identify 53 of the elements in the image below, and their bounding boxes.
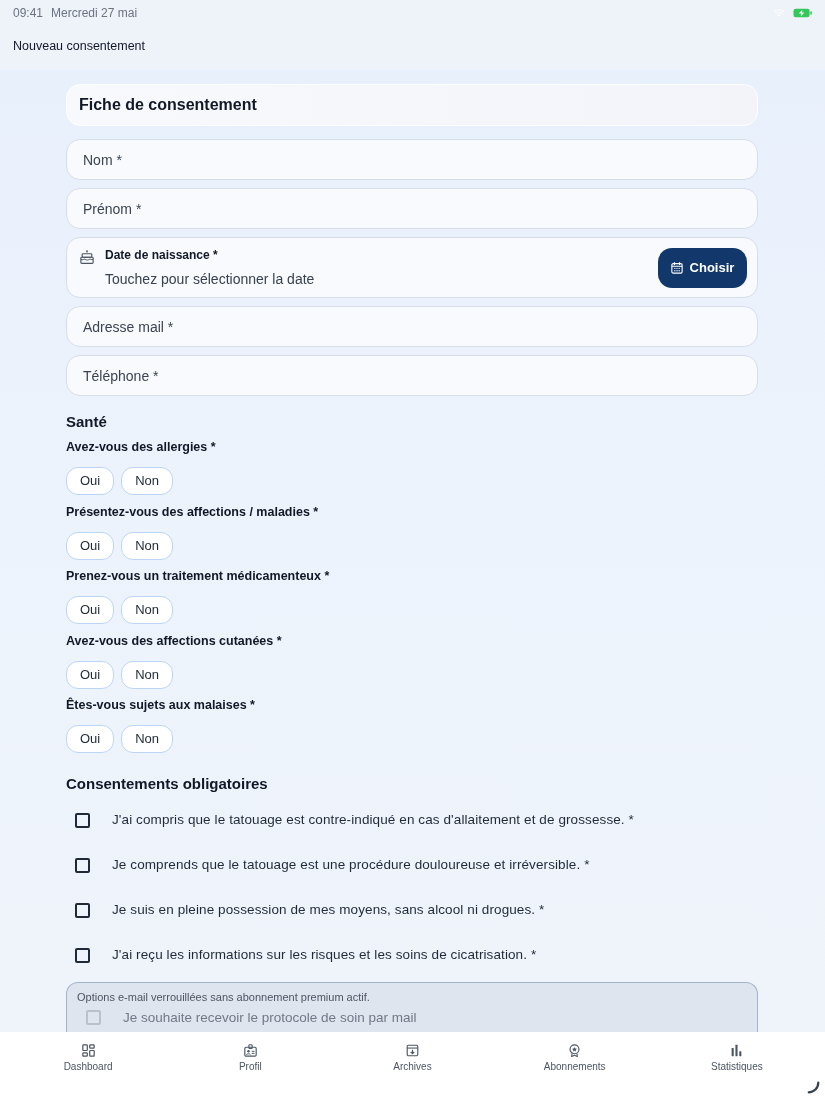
cake-icon <box>80 249 94 265</box>
battery-icon <box>793 7 812 18</box>
choice-button[interactable]: Non <box>121 467 174 495</box>
form-title: Fiche de consentement <box>79 95 257 115</box>
choose-date-button[interactable]: Choisir <box>658 247 747 288</box>
consent-text: Je comprends que le tatouage est une procédure douloureuse et irréversible. * <box>112 855 590 874</box>
section-title: Santé <box>66 413 107 431</box>
page-title: Nouveau consentement <box>13 38 146 56</box>
award-medal-icon <box>568 1044 582 1057</box>
tab-button[interactable]: Profil <box>169 1044 332 1073</box>
input-field[interactable]: Adresse mail * <box>66 306 758 347</box>
consent-text: J'ai compris que le tatouage est contre-indiqué en cas d'allaitement et de grossesse. * <box>112 810 634 829</box>
archive-box-icon <box>406 1044 419 1057</box>
choice-button[interactable]: Non <box>121 531 174 560</box>
checkbox[interactable] <box>75 857 90 873</box>
choice-button[interactable]: Non <box>121 660 174 689</box>
date-field[interactable]: Date de naissance * Touchez pour sélectionner la date Choisir <box>66 237 758 298</box>
question-label: Avez-vous des allergies * <box>66 439 216 456</box>
tab-button[interactable]: Abonnements <box>493 1044 656 1073</box>
spinner-icon <box>807 1081 820 1094</box>
choice-button[interactable]: Oui <box>66 725 115 753</box>
consent-text: Je suis en pleine possession de mes moyens, sans alcool ni drogues. * <box>112 900 545 919</box>
checkbox[interactable] <box>75 902 90 918</box>
bar-chart-icon <box>730 1044 744 1057</box>
status-date: Mercredi 27 mai <box>51 4 138 22</box>
question-label: Avez-vous des affections cutanées * <box>66 632 282 650</box>
tab-button[interactable]: Dashboard <box>7 1044 170 1073</box>
choice-button[interactable]: Oui <box>66 660 115 689</box>
choice-button[interactable]: Oui <box>66 531 115 560</box>
date-placeholder[interactable]: Touchez pour sélectionner la date <box>105 268 315 290</box>
status-time: 09:41 <box>13 4 44 22</box>
section-title: Consentements obligatoires <box>66 774 268 793</box>
calendar-icon <box>670 261 683 274</box>
input-field[interactable]: Prénom * <box>66 188 758 229</box>
locked-notice: Options e-mail verrouillées sans abonnement premium actif. <box>77 989 370 1004</box>
question-label: Prenez-vous un traitement médicamenteux * <box>66 568 330 585</box>
choice-button[interactable]: Oui <box>66 596 115 624</box>
input-field[interactable]: Téléphone * <box>66 355 758 396</box>
choice-button[interactable]: Oui <box>66 467 115 495</box>
consent-text: J'ai reçu les informations sur les risques et les soins de cicatrisation. * <box>112 945 537 964</box>
tab-button[interactable]: Statistiques <box>655 1044 818 1073</box>
checkbox[interactable] <box>75 947 90 963</box>
id-badge-icon <box>243 1044 257 1057</box>
date-label: Date de naissance * <box>105 246 218 264</box>
choice-button[interactable]: Non <box>121 725 174 753</box>
choice-button[interactable]: Non <box>121 596 174 624</box>
question-label: Présentez-vous des affections / maladies * <box>66 503 319 521</box>
checkbox[interactable] <box>75 812 90 828</box>
email-option-text: Je souhaite recevoir le protocole de soin par mail <box>123 1009 417 1026</box>
tab-button[interactable]: Archives <box>331 1044 494 1073</box>
question-label: Êtes-vous sujets aux malaises * <box>66 696 255 714</box>
input-field[interactable]: Nom * <box>66 139 758 180</box>
grid-icon <box>81 1044 95 1057</box>
